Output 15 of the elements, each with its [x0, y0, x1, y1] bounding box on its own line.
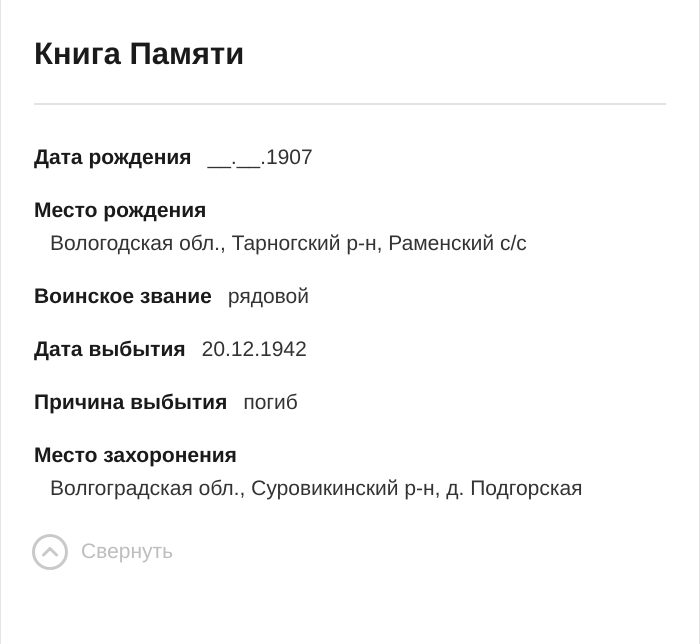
field-label: Место рождения	[34, 198, 208, 224]
field-value: Волгоградская обл., Суровикинский р-н, д. Подгорская	[49, 476, 584, 502]
field-value: __.__.1907	[208, 145, 313, 171]
field-label: Воинское звание	[34, 284, 212, 310]
field-label: Дата рождения	[34, 145, 192, 171]
field-value: рядовой	[228, 284, 309, 310]
chevron-up-icon[interactable]	[31, 533, 69, 571]
field-label: Причина выбытия	[34, 390, 228, 416]
collapse-link[interactable]: Свернуть	[81, 540, 174, 564]
field-label: Место захоронения	[34, 443, 238, 469]
field-value: погиб	[243, 390, 298, 416]
page-title: Книга Памяти	[34, 35, 246, 73]
field-label: Дата выбытия	[34, 337, 186, 363]
field-value: Вологодская обл., Тарногский р-н, Раменский с/с	[49, 231, 528, 257]
field-value: 20.12.1942	[202, 337, 307, 363]
